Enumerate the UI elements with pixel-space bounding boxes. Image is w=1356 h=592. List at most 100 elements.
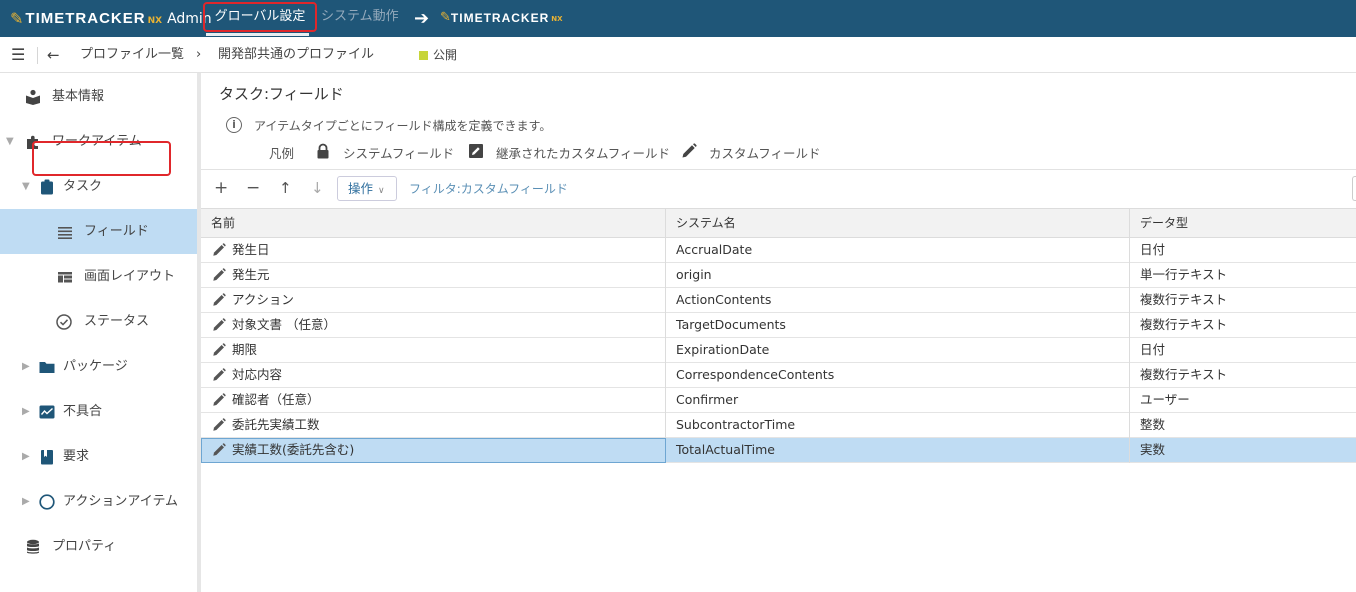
column-divider xyxy=(1129,388,1130,413)
operations-dropdown[interactable]: 操作 ∨ xyxy=(337,176,397,201)
app-logo[interactable]: ✎ TIMETRACKER NX Admin xyxy=(10,9,212,28)
tab-global-settings[interactable]: グローバル設定 xyxy=(203,2,317,32)
page-title: タスク:フィールド xyxy=(219,85,344,103)
column-divider[interactable] xyxy=(1129,209,1130,238)
check-circle-icon xyxy=(56,314,72,330)
caret-right-icon[interactable]: ▶ xyxy=(22,389,30,434)
sidebar-item-screen-layout[interactable]: 画面レイアウト xyxy=(0,254,197,299)
link-brand-suffix: NX xyxy=(551,15,563,23)
cell-data-type: 日付 xyxy=(1140,342,1166,357)
cell-system-name: ExpirationDate xyxy=(676,342,770,357)
column-divider[interactable] xyxy=(665,209,666,238)
table-row[interactable]: 発生元 origin 単一行テキスト xyxy=(201,263,1356,288)
info-icon: i xyxy=(226,117,242,133)
divider xyxy=(37,47,38,64)
table-row[interactable]: 対象文書 （任意） TargetDocuments 複数行テキスト xyxy=(201,313,1356,338)
column-header-name[interactable]: 名前 xyxy=(211,209,235,238)
cell-data-type: 実数 xyxy=(1140,442,1166,457)
column-header-system-name[interactable]: システム名 xyxy=(676,209,736,238)
breadcrumb-bar: ☰ ← プロファイル一覧 › 開発部共通のプロファイル 公開 xyxy=(0,37,1356,73)
cell-data-type: 日付 xyxy=(1140,242,1166,257)
caret-down-icon[interactable]: ▼ xyxy=(22,164,30,209)
move-down-button[interactable]: ↓ xyxy=(311,178,324,198)
arrow-right-icon[interactable]: ➔ xyxy=(414,8,429,29)
breadcrumb-profile-list[interactable]: プロファイル一覧 xyxy=(80,37,184,73)
active-tab-indicator xyxy=(206,33,309,36)
column-divider xyxy=(665,238,666,263)
sidebar-item-label: ステータス xyxy=(84,314,150,329)
caret-down-icon[interactable]: ▼ xyxy=(6,119,14,164)
column-divider xyxy=(1129,413,1130,438)
column-divider xyxy=(1129,338,1130,363)
column-divider xyxy=(665,413,666,438)
logo-pencil-icon: ✎ xyxy=(440,10,451,25)
pencil-square-icon xyxy=(469,144,483,158)
caret-right-icon[interactable]: ▶ xyxy=(22,434,30,479)
sidebar-item-label: フィールド xyxy=(84,224,149,239)
timetracker-app-link[interactable]: ✎ TIMETRACKER NX xyxy=(440,10,563,25)
sidebar-item-requirement[interactable]: ▶ 要求 xyxy=(0,434,197,479)
column-divider xyxy=(665,338,666,363)
divider xyxy=(201,169,1356,170)
column-divider xyxy=(665,263,666,288)
column-divider xyxy=(1129,238,1130,263)
cell-name: 確認者（任意） xyxy=(232,392,320,407)
column-divider xyxy=(665,388,666,413)
folder-icon xyxy=(39,362,55,373)
filter-indicator[interactable]: フィルタ:カスタムフィールド xyxy=(409,180,568,197)
sidebar-item-label: 要求 xyxy=(63,449,90,464)
clipboard-icon xyxy=(41,179,53,195)
pencil-icon xyxy=(213,343,226,356)
cell-system-name: CorrespondenceContents xyxy=(676,367,835,382)
pencil-icon xyxy=(213,268,226,281)
cell-name: 対応内容 xyxy=(232,367,283,382)
column-header-data-type[interactable]: データ型 xyxy=(1140,209,1188,238)
search-input[interactable] xyxy=(1352,176,1356,201)
table-row[interactable]: 確認者（任意） Confirmer ユーザー xyxy=(201,388,1356,413)
sidebar-item-label: 不具合 xyxy=(63,404,103,419)
table-row[interactable]: 対応内容 CorrespondenceContents 複数行テキスト xyxy=(201,363,1356,388)
sidebar-item-label: プロパティ xyxy=(52,539,117,554)
caret-right-icon[interactable]: ▶ xyxy=(22,344,30,389)
sidebar-item-label: 基本情報 xyxy=(52,89,105,104)
cell-name: 対象文書 （任意） xyxy=(232,317,336,332)
remove-button[interactable]: − xyxy=(246,178,260,198)
pencil-icon xyxy=(213,243,226,256)
cell-data-type: 複数行テキスト xyxy=(1140,317,1228,332)
legend-custom-field: カスタムフィールド xyxy=(709,146,821,161)
move-up-button[interactable]: ↑ xyxy=(279,178,292,198)
column-divider xyxy=(665,313,666,338)
pencil-icon xyxy=(682,143,697,158)
sidebar-item-property[interactable]: プロパティ xyxy=(0,524,197,569)
pencil-icon xyxy=(213,318,226,331)
legend-system-field: システムフィールド xyxy=(343,146,455,161)
sidebar-item-fields[interactable]: フィールド xyxy=(0,209,197,254)
table-row[interactable]: アクション ActionContents 複数行テキスト xyxy=(201,288,1356,313)
chevron-right-icon: › xyxy=(196,47,202,62)
sidebar-item-action-item[interactable]: ▶ アクションアイテム xyxy=(0,479,197,524)
table-row[interactable]: 発生日 AccrualDate 日付 xyxy=(201,238,1356,263)
sidebar-item-defect[interactable]: ▶ 不具合 xyxy=(0,389,197,434)
table-row[interactable]: 期限 ExpirationDate 日付 xyxy=(201,338,1356,363)
table-row-selected[interactable]: 実績工数(委託先含む) TotalActualTime 実数 xyxy=(201,438,1356,463)
sidebar-item-basic-info[interactable]: 基本情報 xyxy=(0,74,197,119)
back-arrow-icon[interactable]: ← xyxy=(47,37,60,73)
cell-system-name: AccrualDate xyxy=(676,242,753,257)
cell-system-name: ActionContents xyxy=(676,292,772,307)
pencil-icon xyxy=(213,368,226,381)
cell-name: 発生元 xyxy=(232,267,270,282)
add-button[interactable]: + xyxy=(214,178,228,198)
sidebar-item-status[interactable]: ステータス xyxy=(0,299,197,344)
sidebar-item-label: 画面レイアウト xyxy=(84,269,176,284)
cell-data-type: 複数行テキスト xyxy=(1140,292,1228,307)
breadcrumb-current-profile: 開発部共通のプロファイル xyxy=(218,47,375,62)
sidebar-item-package[interactable]: ▶ パッケージ xyxy=(0,344,197,389)
tab-system-behavior[interactable]: システム動作 xyxy=(321,0,399,37)
menu-icon[interactable]: ☰ xyxy=(11,37,25,73)
caret-right-icon[interactable]: ▶ xyxy=(22,479,30,524)
table-row[interactable]: 委託先実績工数 SubcontractorTime 整数 xyxy=(201,413,1356,438)
book-reader-icon xyxy=(26,89,40,105)
cell-system-name: TotalActualTime xyxy=(676,442,775,457)
cell-data-type: ユーザー xyxy=(1140,392,1190,407)
info-description: アイテムタイプごとにフィールド構成を定義できます。 xyxy=(254,119,552,133)
